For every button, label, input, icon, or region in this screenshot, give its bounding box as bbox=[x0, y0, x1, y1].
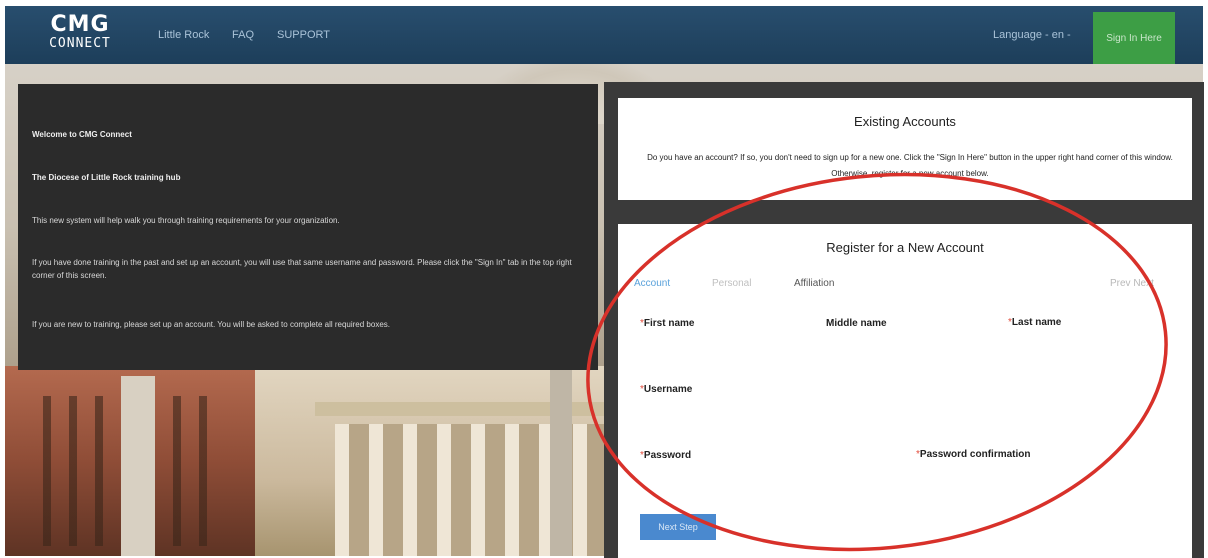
existing-accounts-text: Do you have an account? If so, you don't… bbox=[647, 153, 1173, 178]
next-step-button[interactable]: Next Step bbox=[640, 514, 716, 540]
tab-affiliation[interactable]: Affiliation bbox=[794, 278, 834, 289]
last-name-label: *Last name bbox=[1008, 317, 1062, 328]
prev-next-links[interactable]: Prev Next bbox=[1110, 278, 1154, 289]
password-label: *Password bbox=[640, 450, 692, 461]
welcome-subtitle: The Diocese of Little Rock training hub bbox=[32, 173, 181, 182]
language-dropdown[interactable]: Language - en - bbox=[993, 29, 1071, 41]
logo-text-top: CMG bbox=[50, 12, 110, 37]
first-name-label: *First name bbox=[640, 318, 695, 329]
register-card: Register for a New Account Account Perso… bbox=[618, 224, 1192, 558]
welcome-text-3: If you are new to training, please set u… bbox=[32, 320, 390, 329]
username-label: *Username bbox=[640, 384, 693, 395]
nav-faq[interactable]: FAQ bbox=[232, 29, 254, 41]
nav-little-rock[interactable]: Little Rock bbox=[158, 29, 209, 41]
tab-account[interactable]: Account bbox=[634, 278, 670, 289]
cmg-connect-logo[interactable]: CMG CONNECT bbox=[45, 14, 115, 58]
tab-personal[interactable]: Personal bbox=[712, 278, 751, 289]
existing-accounts-title: Existing Accounts bbox=[854, 114, 956, 129]
welcome-text-1: This new system will help walk you throu… bbox=[32, 216, 340, 225]
logo-text-bottom: CONNECT bbox=[49, 36, 111, 51]
middle-name-label: Middle name bbox=[826, 318, 887, 329]
welcome-panel: Welcome to CMG Connect The Diocese of Li… bbox=[18, 84, 598, 370]
welcome-text-2: If you have done training in the past an… bbox=[32, 258, 572, 280]
existing-accounts-card: Existing Accounts Do you have an account… bbox=[618, 98, 1192, 200]
password-confirmation-label: *Password confirmation bbox=[916, 449, 1031, 460]
top-navbar: CMG CONNECT Little Rock FAQ SUPPORT Lang… bbox=[5, 6, 1203, 64]
register-title: Register for a New Account bbox=[826, 240, 984, 255]
nav-support[interactable]: SUPPORT bbox=[277, 29, 330, 41]
welcome-title: Welcome to CMG Connect bbox=[32, 130, 132, 139]
sign-in-button[interactable]: Sign In Here bbox=[1093, 12, 1175, 64]
